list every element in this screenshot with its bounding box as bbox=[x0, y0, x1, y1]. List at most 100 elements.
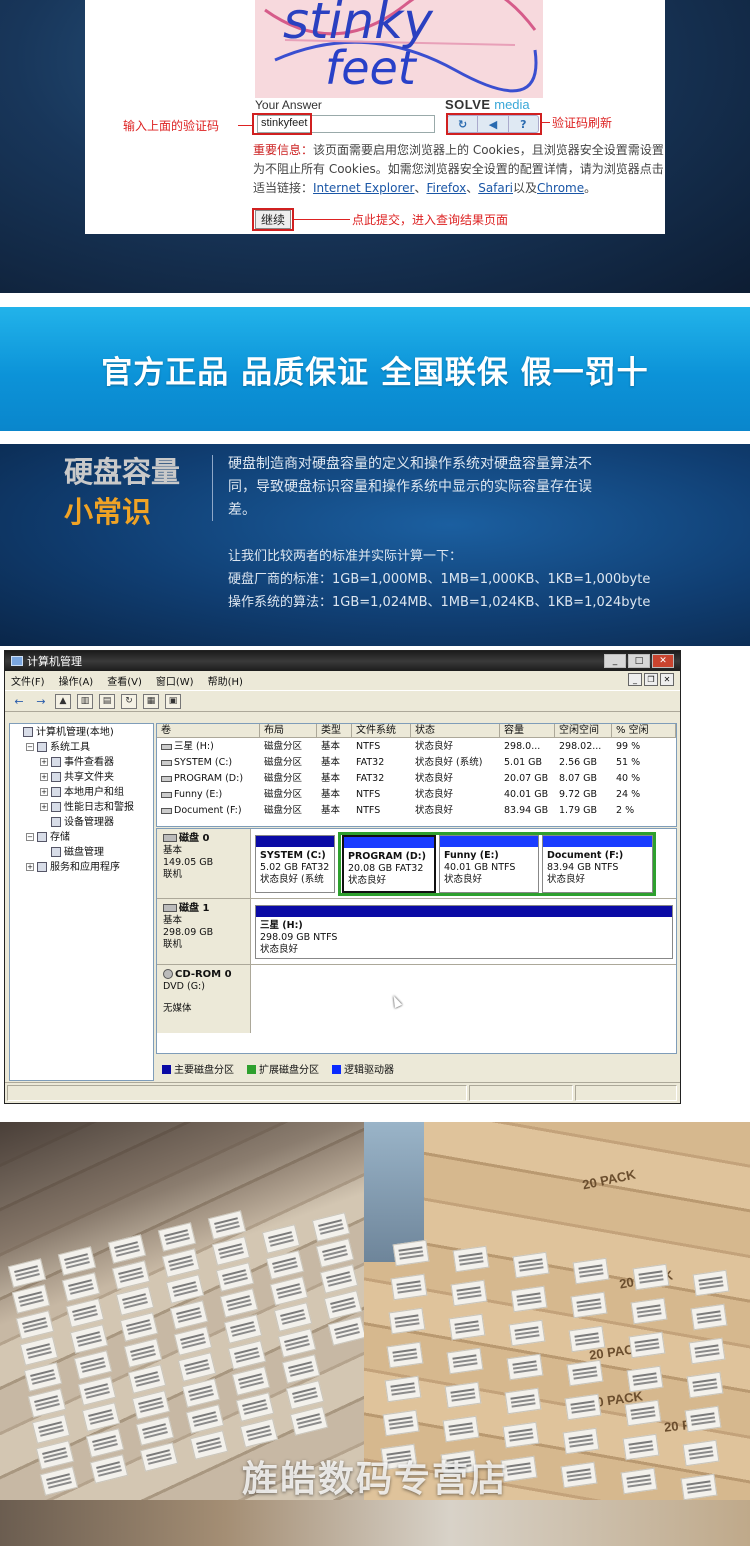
carton-sticker bbox=[277, 1328, 317, 1358]
tree-item[interactable]: + 共享文件夹 bbox=[40, 771, 114, 785]
close-icon[interactable]: ✕ bbox=[652, 654, 674, 668]
expand-toggle-icon[interactable]: + bbox=[26, 863, 34, 871]
carton-sticker bbox=[219, 1288, 259, 1318]
expand-toggle-icon[interactable]: + bbox=[40, 773, 48, 781]
partition-f[interactable]: Document (F:) 83.94 GB NTFS 状态良好 bbox=[542, 835, 653, 893]
tree-item[interactable]: 设备管理器 bbox=[40, 816, 114, 830]
logical-drive-bar bbox=[543, 836, 652, 847]
photo-boxes-left bbox=[0, 1122, 367, 1500]
partition-d-status: 状态良好 bbox=[348, 875, 387, 886]
partition-e[interactable]: Funny (E:) 40.01 GB NTFS 状态良好 bbox=[439, 835, 539, 893]
expand-toggle-icon[interactable]: − bbox=[26, 833, 34, 841]
notice-end: 。 bbox=[584, 181, 597, 195]
carton-sticker bbox=[630, 1297, 668, 1325]
table-cell: 2 % bbox=[616, 805, 635, 816]
table-cell: 基本 bbox=[321, 805, 341, 816]
refresh-toolbar-icon[interactable]: ↻ bbox=[121, 693, 137, 709]
cdrom-label[interactable]: CD-ROM 0 DVD (G:) 无媒体 bbox=[157, 965, 251, 1033]
properties-icon[interactable]: ▤ bbox=[99, 693, 115, 709]
carton-sticker bbox=[628, 1331, 666, 1359]
carton-sticker bbox=[123, 1338, 163, 1368]
guarantee-banner: 官方正品 品质保证 全国联保 假一罚十 bbox=[0, 307, 750, 431]
tree-item[interactable]: − 存储 bbox=[26, 831, 70, 845]
sep-3: 以及 bbox=[513, 181, 538, 195]
child-minimize-icon[interactable]: _ bbox=[628, 673, 642, 686]
tree-item[interactable]: − 系统工具 bbox=[26, 741, 90, 755]
captcha-image: stinky feet bbox=[255, 0, 543, 98]
logical-drive-bar bbox=[344, 837, 434, 848]
child-restore-icon[interactable]: ❐ bbox=[644, 673, 658, 686]
link-chrome[interactable]: Chrome bbox=[537, 181, 584, 195]
tree-node-icon bbox=[51, 847, 61, 857]
carton-sticker bbox=[327, 1316, 367, 1346]
menu-view[interactable]: 查看(V) bbox=[107, 673, 142, 688]
table-cell: 2.56 GB bbox=[559, 757, 598, 768]
table-cell: 基本 bbox=[321, 741, 341, 752]
table-cell: 基本 bbox=[321, 757, 341, 768]
carton-sticker bbox=[564, 1393, 602, 1421]
tree-item[interactable]: + 本地用户和组 bbox=[40, 786, 124, 800]
table-cell: 40.01 GB bbox=[504, 789, 549, 800]
column-header[interactable]: 卷 bbox=[157, 724, 260, 738]
tree-item[interactable]: + 性能日志和警报 bbox=[40, 801, 134, 815]
partition-d-info: 20.08 GB FAT32 bbox=[348, 863, 424, 874]
help-toolbar-icon[interactable]: ▣ bbox=[165, 693, 181, 709]
sep-1: 、 bbox=[414, 181, 427, 195]
carton-sticker bbox=[390, 1273, 428, 1301]
column-header[interactable]: 空闲空间 bbox=[555, 724, 612, 738]
child-window-controls: _ ❐ ✕ bbox=[628, 673, 674, 686]
maximize-icon[interactable]: □ bbox=[628, 654, 650, 668]
partition-h[interactable]: 三星 (H:) 298.09 GB NTFS 状态良好 bbox=[255, 905, 673, 959]
photo-boxes-right: 20 PACK 20 PACK 20 PACK 20 PACK 20 PACK bbox=[364, 1122, 750, 1501]
tree-item[interactable]: 计算机管理(本地) bbox=[12, 726, 114, 740]
tree-item[interactable]: + 服务和应用程序 bbox=[26, 861, 120, 875]
column-header[interactable]: 类型 bbox=[317, 724, 352, 738]
link-ie[interactable]: Internet Explorer bbox=[313, 181, 414, 195]
legend-extended: 扩展磁盘分区 bbox=[247, 1061, 319, 1076]
up-folder-icon[interactable]: ▲ bbox=[55, 693, 71, 709]
table-cell: 298.02... bbox=[559, 741, 602, 752]
disk-0-label[interactable]: 磁盘 0 基本 149.05 GB 联机 bbox=[157, 829, 251, 898]
menu-window[interactable]: 窗口(W) bbox=[156, 673, 194, 688]
captcha-word-2: feet bbox=[325, 41, 418, 95]
expand-toggle-icon[interactable]: + bbox=[40, 803, 48, 811]
tree-item[interactable]: 磁盘管理 bbox=[40, 846, 104, 860]
table-cell: 51 % bbox=[616, 757, 641, 768]
partition-c[interactable]: SYSTEM (C:) 5.02 GB FAT32 状态良好 (系统 bbox=[255, 835, 335, 893]
tree-item[interactable]: + 事件查看器 bbox=[40, 756, 114, 770]
forward-arrow-icon[interactable]: → bbox=[33, 694, 49, 709]
minimize-icon[interactable]: _ bbox=[604, 654, 626, 668]
carton-sticker bbox=[135, 1416, 175, 1446]
volume-name: Funny (E:) bbox=[174, 789, 223, 800]
link-safari[interactable]: Safari bbox=[478, 181, 513, 195]
menu-action[interactable]: 操作(A) bbox=[59, 673, 94, 688]
carton-sticker bbox=[319, 1264, 359, 1294]
expand-toggle-icon[interactable]: − bbox=[26, 743, 34, 751]
legend-extended-label: 扩展磁盘分区 bbox=[259, 1064, 319, 1076]
column-header[interactable]: 文件系统 bbox=[352, 724, 411, 738]
notice-important: 重要信息： bbox=[253, 143, 314, 157]
carton-sticker bbox=[502, 1421, 540, 1449]
tree-item-label: 本地用户和组 bbox=[64, 787, 124, 798]
carton-sticker bbox=[185, 1404, 225, 1434]
cdrom-status: 无媒体 bbox=[163, 1003, 192, 1014]
tree-item-label: 事件查看器 bbox=[64, 757, 114, 768]
column-header[interactable]: 布局 bbox=[260, 724, 317, 738]
expand-toggle-icon[interactable]: + bbox=[40, 788, 48, 796]
link-firefox[interactable]: Firefox bbox=[426, 181, 466, 195]
column-header[interactable]: 容量 bbox=[500, 724, 555, 738]
partition-d[interactable]: PROGRAM (D:) 20.08 GB FAT32 状态良好 bbox=[342, 835, 436, 893]
expand-toggle-icon[interactable]: + bbox=[40, 758, 48, 766]
child-close-icon[interactable]: ✕ bbox=[660, 673, 674, 686]
back-arrow-icon[interactable]: ← bbox=[11, 694, 27, 709]
column-header[interactable]: 状态 bbox=[411, 724, 500, 738]
carton-sticker bbox=[177, 1352, 217, 1382]
menu-file[interactable]: 文件(F) bbox=[11, 673, 45, 688]
show-tree-icon[interactable]: ▥ bbox=[77, 693, 93, 709]
export-icon[interactable]: ▦ bbox=[143, 693, 159, 709]
disk-1-label[interactable]: 磁盘 1 基本 298.09 GB 联机 bbox=[157, 899, 251, 964]
drive-icon bbox=[161, 759, 172, 766]
window-titlebar[interactable]: 计算机管理 _ □ ✕ bbox=[5, 651, 680, 671]
column-header[interactable]: % 空闲 bbox=[612, 724, 676, 738]
menu-help[interactable]: 帮助(H) bbox=[208, 673, 243, 688]
